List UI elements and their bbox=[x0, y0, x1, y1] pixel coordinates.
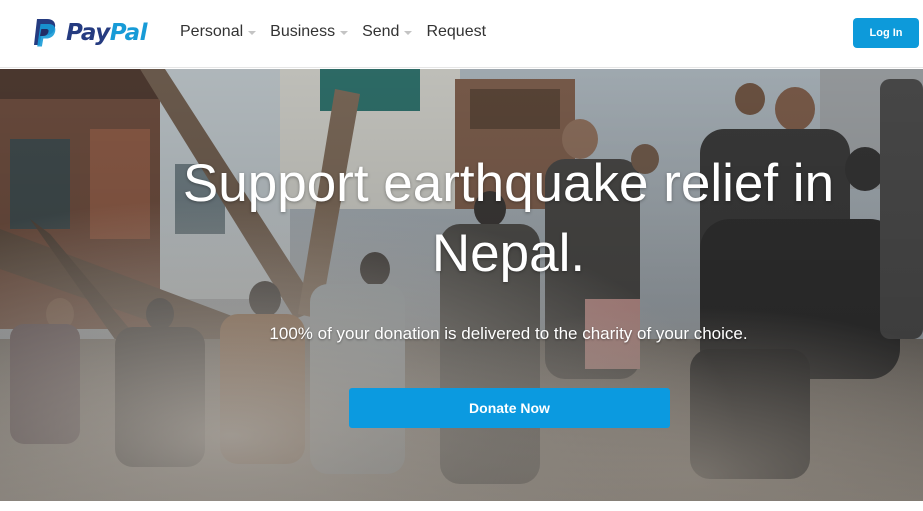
login-button[interactable]: Log In bbox=[853, 18, 919, 48]
nav-item-business[interactable]: Business bbox=[270, 23, 349, 41]
hero-title-line1: Support earthquake relief in bbox=[182, 154, 835, 213]
brand-wordmark: PayPal bbox=[66, 20, 148, 46]
hero-title: Support earthquake relief in Nepal. bbox=[0, 149, 923, 289]
brand-name-pal: Pal bbox=[109, 20, 148, 46]
site-header: PayPal Personal Business Send Request Lo… bbox=[0, 0, 923, 68]
nav-item-label: Send bbox=[362, 23, 400, 40]
chevron-down-icon bbox=[404, 31, 413, 35]
chevron-down-icon bbox=[248, 31, 257, 35]
chevron-down-icon bbox=[340, 31, 349, 35]
hero-title-line2: Nepal. bbox=[431, 224, 586, 283]
hero-subtitle: 100% of your donation is delivered to th… bbox=[269, 324, 748, 343]
nav-item-personal[interactable]: Personal bbox=[180, 23, 257, 41]
main-nav: Personal Business Send Request bbox=[180, 23, 500, 41]
hero-banner: Support earthquake relief in Nepal. 100%… bbox=[0, 69, 923, 501]
page-bottom-strip bbox=[0, 501, 923, 511]
donate-now-button[interactable]: Donate Now bbox=[349, 388, 670, 428]
nav-item-label: Personal bbox=[180, 23, 244, 40]
nav-item-send[interactable]: Send bbox=[362, 23, 413, 41]
paypal-logo[interactable]: PayPal bbox=[31, 17, 148, 49]
paypal-p-icon bbox=[34, 19, 56, 47]
nav-item-label: Request bbox=[426, 23, 487, 40]
nav-item-label: Business bbox=[270, 23, 336, 40]
nav-item-request[interactable]: Request bbox=[426, 23, 486, 41]
brand-name-pay: Pay bbox=[66, 20, 110, 46]
